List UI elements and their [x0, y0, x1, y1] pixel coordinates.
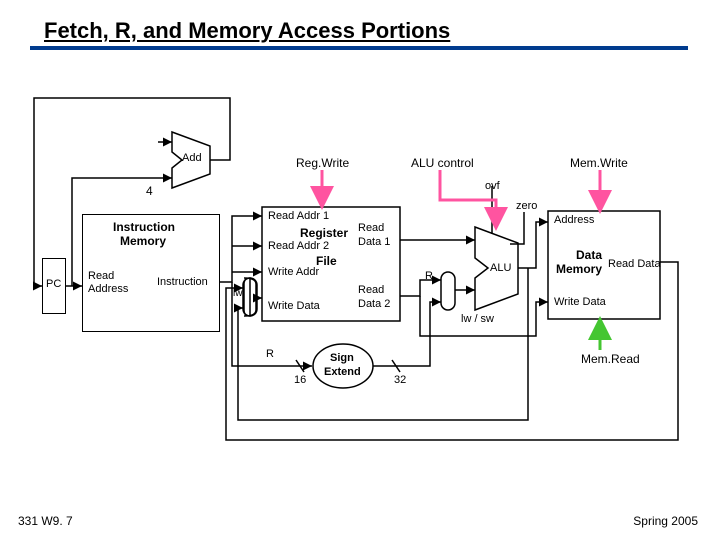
- label-signext-16: 16: [294, 374, 306, 386]
- shape-mux-aluin2: [441, 272, 455, 310]
- label-signext-32: 32: [394, 374, 406, 386]
- label-rdata1b: Data 1: [358, 236, 390, 248]
- label-regfile-title1: Register: [300, 226, 348, 240]
- label-dmem-rdata: Read Data: [608, 258, 661, 270]
- wire-pc-adder: [72, 178, 172, 286]
- diagram-stage: Reg.Write ALU control Mem.Write Mem.Read…: [0, 0, 720, 540]
- label-mux-lw: lw: [233, 288, 242, 299]
- shape-mux-writedata: [244, 278, 250, 316]
- label-dmem-wdata: Write Data: [554, 296, 606, 308]
- label-dmem-t1: Data: [576, 248, 602, 262]
- label-signext-1: Sign: [330, 352, 354, 364]
- wire-rdata2-mux: [400, 280, 441, 296]
- label-rdata1a: Read: [358, 222, 384, 234]
- label-dmem-addr: Address: [554, 214, 594, 226]
- label-waddr: Write Addr: [268, 266, 319, 278]
- label-rdata2a: Read: [358, 284, 384, 296]
- label-dmem-t2: Memory: [556, 262, 602, 276]
- label-signext-2: Extend: [324, 366, 361, 378]
- wire-alu-dmemaddr: [518, 222, 548, 268]
- svg-layer: [0, 0, 720, 540]
- label-raddr2: Read Addr 2: [268, 240, 329, 252]
- label-mux-lwsw: lw / sw: [461, 313, 494, 325]
- wire-dmem-muxwd: [226, 262, 678, 440]
- label-wdata: Write Data: [268, 300, 320, 312]
- label-alu: ALU: [490, 262, 511, 274]
- footer-right: Spring 2005: [633, 514, 698, 528]
- label-mux-r-bottom: R: [266, 348, 274, 360]
- label-zero: zero: [516, 200, 537, 212]
- label-raddr1: Read Addr 1: [268, 210, 329, 222]
- wire-signext-mux: [373, 302, 441, 366]
- label-ovf: ovf: [485, 180, 500, 192]
- wire-alu-zero: [510, 212, 524, 244]
- wire-adder-pc: [34, 98, 230, 286]
- label-add: Add: [182, 152, 202, 164]
- wire-alucontrol: [440, 170, 496, 228]
- label-rdata2b: Data 2: [358, 298, 390, 310]
- label-four: 4: [146, 184, 153, 198]
- label-mux-r-top: R: [425, 270, 433, 282]
- footer-left: 331 W9. 7: [18, 514, 73, 528]
